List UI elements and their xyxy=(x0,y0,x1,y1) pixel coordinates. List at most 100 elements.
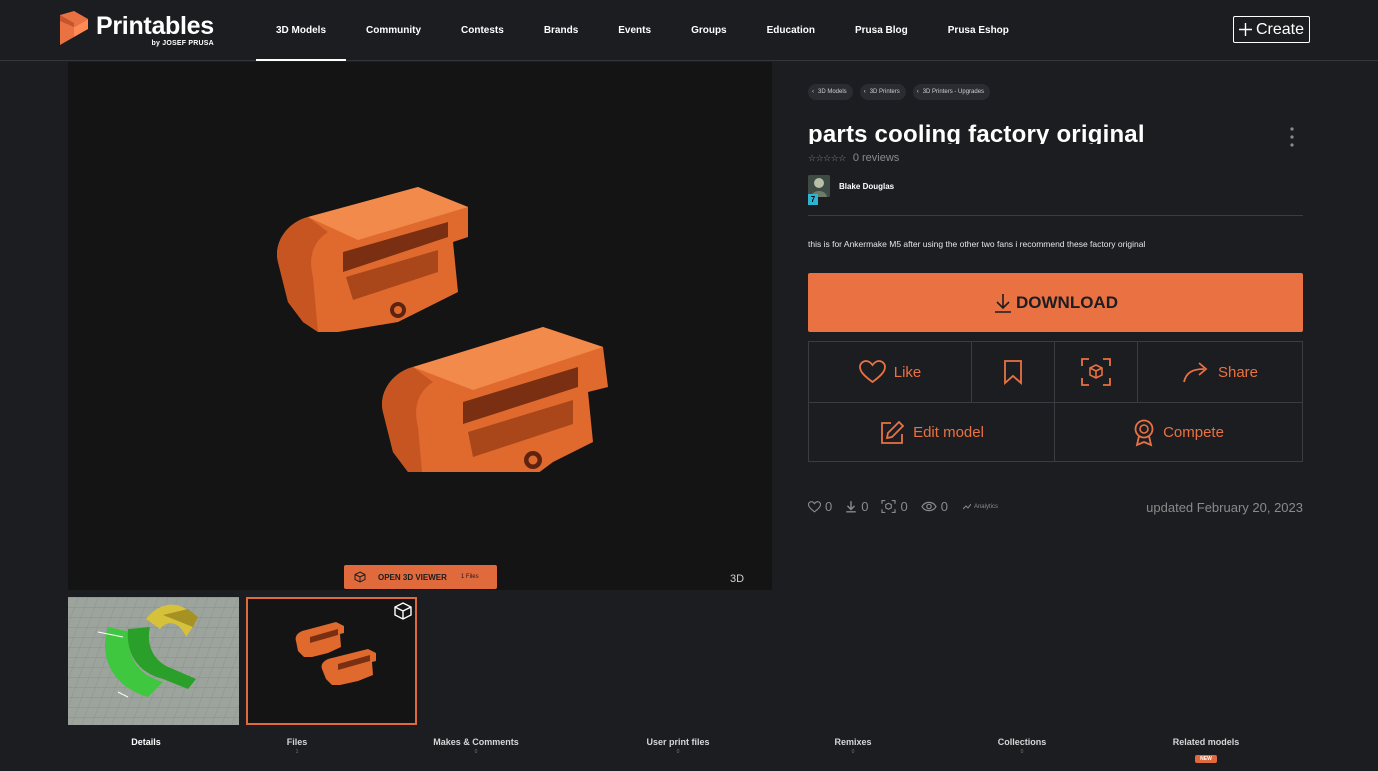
chart-icon xyxy=(962,503,971,509)
page-title: parts cooling factory original xyxy=(808,121,1145,144)
edit-model-button[interactable]: Edit model xyxy=(809,403,1054,462)
action-grid: Like Share Edit model Compete xyxy=(808,341,1303,462)
download-icon xyxy=(995,293,1011,313)
printables-logo[interactable]: Printables by JOSEF PRUSA xyxy=(60,11,214,49)
rating: ☆☆☆☆☆ 0 reviews xyxy=(808,152,899,164)
updated-date: updated February 20, 2023 xyxy=(1146,500,1303,515)
tab-makes-comments-count: 0 xyxy=(474,749,478,755)
ar-cube-icon xyxy=(881,500,897,513)
nav-item-groups[interactable]: Groups xyxy=(671,0,747,61)
views-stat: 0 xyxy=(921,499,948,514)
tab-makes-comments[interactable]: Makes & Comments 0 xyxy=(426,737,526,755)
compete-label: Compete xyxy=(1163,424,1224,441)
share-label: Share xyxy=(1217,363,1259,381)
model-stats: 0 0 0 0 Analytics xyxy=(808,499,998,514)
cube-icon xyxy=(354,571,366,583)
analytics-label: Analytics xyxy=(973,503,998,510)
nav-item-brands[interactable]: Brands xyxy=(524,0,598,61)
likes-stat: 0 xyxy=(808,499,832,514)
tab-remixes-count: 0 xyxy=(851,749,855,755)
model-render-image xyxy=(277,187,608,472)
create-label: Create xyxy=(1255,20,1305,38)
breadcrumb-label: 3D Models xyxy=(818,89,847,95)
tab-files-count: 1 xyxy=(295,749,299,755)
download-button[interactable]: DOWNLOAD xyxy=(808,273,1303,332)
tab-user-print-files-label: User print files xyxy=(646,737,710,747)
downloads-count: 0 xyxy=(861,499,869,514)
tab-files-label: Files xyxy=(286,737,308,747)
nav-item-events[interactable]: Events xyxy=(598,0,671,61)
tab-user-print-files-count: 0 xyxy=(676,749,680,755)
chevron-left-icon: ‹ xyxy=(863,89,866,95)
tab-remixes[interactable]: Remixes 0 xyxy=(813,737,893,755)
bookmark-button[interactable] xyxy=(972,342,1054,402)
breadcrumb-3d-printers-upgrades[interactable]: ‹ 3D Printers - Upgrades xyxy=(912,84,991,100)
like-button[interactable]: Like xyxy=(809,342,971,402)
chevron-left-icon: ‹ xyxy=(916,89,919,95)
share-arrow-icon xyxy=(1183,362,1208,383)
nav-item-3d-models[interactable]: 3D Models xyxy=(256,0,347,61)
share-button[interactable]: Share xyxy=(1138,342,1302,402)
ar-view-button[interactable] xyxy=(1055,342,1137,402)
nav-item-education[interactable]: Education xyxy=(747,0,835,61)
printables-logo-icon xyxy=(60,11,88,49)
open-3d-viewer-button[interactable]: OPEN 3D VIEWER 1 Files xyxy=(344,565,497,589)
logo-byline: by JOSEF PRUSA xyxy=(151,40,214,47)
breadcrumb: ‹ 3D Models ‹ 3D Printers ‹ 3D Printers … xyxy=(808,84,991,100)
tab-remixes-label: Remixes xyxy=(834,737,872,747)
like-label: Like xyxy=(893,363,922,381)
tab-user-print-files[interactable]: User print files 0 xyxy=(628,737,728,755)
nav-item-community[interactable]: Community xyxy=(346,0,441,61)
ar-cube-icon xyxy=(1081,358,1111,386)
model-viewer[interactable]: OPEN 3D VIEWER 1 Files 3D xyxy=(68,62,772,590)
3d-cube-icon xyxy=(394,602,412,620)
tab-collections[interactable]: Collections 0 xyxy=(982,737,1062,755)
create-button[interactable]: Create xyxy=(1233,16,1310,43)
eye-icon xyxy=(921,501,937,512)
makes-count: 0 xyxy=(900,499,908,514)
breadcrumb-3d-printers[interactable]: ‹ 3D Printers xyxy=(859,84,906,100)
download-label: DOWNLOAD xyxy=(1016,292,1118,312)
edit-icon xyxy=(881,420,905,444)
star-rating-icon: ☆☆☆☆☆ xyxy=(808,152,846,163)
more-options-icon[interactable] xyxy=(1286,126,1298,148)
tab-makes-comments-label: Makes & Comments xyxy=(433,737,519,747)
bookmark-icon xyxy=(1004,360,1022,385)
divider xyxy=(808,215,1303,216)
heart-icon xyxy=(808,500,821,513)
nav-item-prusa-blog[interactable]: Prusa Blog xyxy=(835,0,928,61)
main-nav: 3D Models Community Contests Brands Even… xyxy=(256,0,1029,61)
plus-icon xyxy=(1238,23,1252,36)
views-count: 0 xyxy=(940,499,948,514)
3d-render-thumbnail-image xyxy=(295,622,376,685)
thumbnail-slicer-preview[interactable] xyxy=(68,597,239,725)
downloads-stat: 0 xyxy=(845,499,868,514)
reviews-count[interactable]: 0 reviews xyxy=(853,152,899,164)
slicer-preview-image xyxy=(68,597,239,725)
download-icon xyxy=(846,501,856,513)
nav-item-prusa-eshop[interactable]: Prusa Eshop xyxy=(928,0,1029,61)
tab-collections-count: 0 xyxy=(1020,749,1024,755)
breadcrumb-3d-models[interactable]: ‹ 3D Models xyxy=(808,84,853,100)
author-name: Blake Douglas xyxy=(839,181,895,191)
files-count: 1 Files xyxy=(460,574,479,580)
breadcrumb-label: 3D Printers xyxy=(869,89,900,95)
heart-icon xyxy=(858,360,886,384)
tab-related-models[interactable]: Related models NEW xyxy=(1156,737,1256,765)
edit-model-label: Edit model xyxy=(913,424,984,441)
nav-item-contests[interactable]: Contests xyxy=(441,0,524,61)
analytics-link[interactable]: Analytics xyxy=(962,503,998,510)
author[interactable]: Blake Douglas xyxy=(808,175,894,197)
tab-files[interactable]: Files 1 xyxy=(267,737,327,755)
tab-details[interactable]: Details xyxy=(116,737,176,747)
compete-button[interactable]: Compete xyxy=(1055,403,1302,462)
tab-details-label: Details xyxy=(131,737,161,747)
logo-name: Printables xyxy=(96,12,214,40)
likes-count: 0 xyxy=(825,499,833,514)
makes-stat: 0 xyxy=(881,499,908,514)
author-level-badge: 7 xyxy=(808,194,818,205)
open-3d-viewer-label: OPEN 3D VIEWER xyxy=(378,572,447,582)
detail-tabs: Details Files 1 Makes & Comments 0 User … xyxy=(68,737,1303,771)
thumbnail-3d-render[interactable] xyxy=(246,597,417,725)
3d-badge: 3D xyxy=(730,573,745,585)
